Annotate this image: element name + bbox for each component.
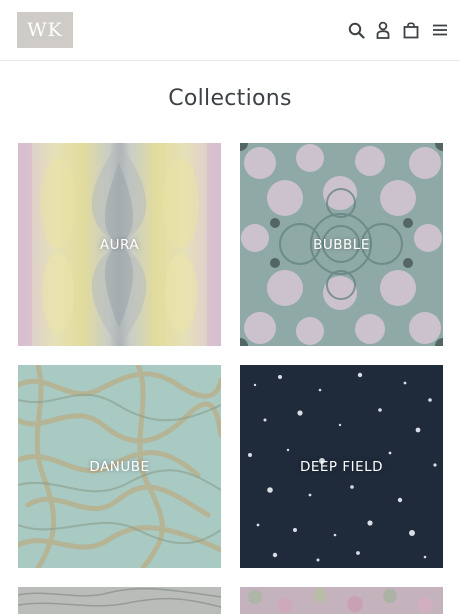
collection-tile-5[interactable]	[18, 587, 221, 614]
danube-image	[18, 365, 221, 568]
aura-image	[18, 143, 221, 346]
deep-field-image	[240, 365, 443, 568]
collection-tile-danube[interactable]: DANUBE	[18, 365, 221, 568]
page-title: Collections	[168, 86, 292, 111]
collection-tile-deep-field[interactable]: DEEP FIELD	[240, 365, 443, 568]
collection-tile-bubble[interactable]: BUBBLE	[240, 143, 443, 346]
collection-tile-6[interactable]	[240, 587, 443, 614]
logo-text: WK	[27, 19, 63, 41]
search-icon[interactable]	[346, 20, 366, 40]
site-header: WK	[0, 0, 460, 61]
collection-image	[240, 587, 443, 614]
site-logo[interactable]: WK	[17, 12, 73, 48]
account-icon[interactable]	[373, 20, 393, 40]
collection-image	[18, 587, 221, 614]
bubble-image	[240, 143, 443, 346]
menu-icon[interactable]	[430, 20, 450, 40]
collection-tile-aura[interactable]: AURA	[18, 143, 221, 346]
cart-icon[interactable]	[401, 20, 421, 40]
